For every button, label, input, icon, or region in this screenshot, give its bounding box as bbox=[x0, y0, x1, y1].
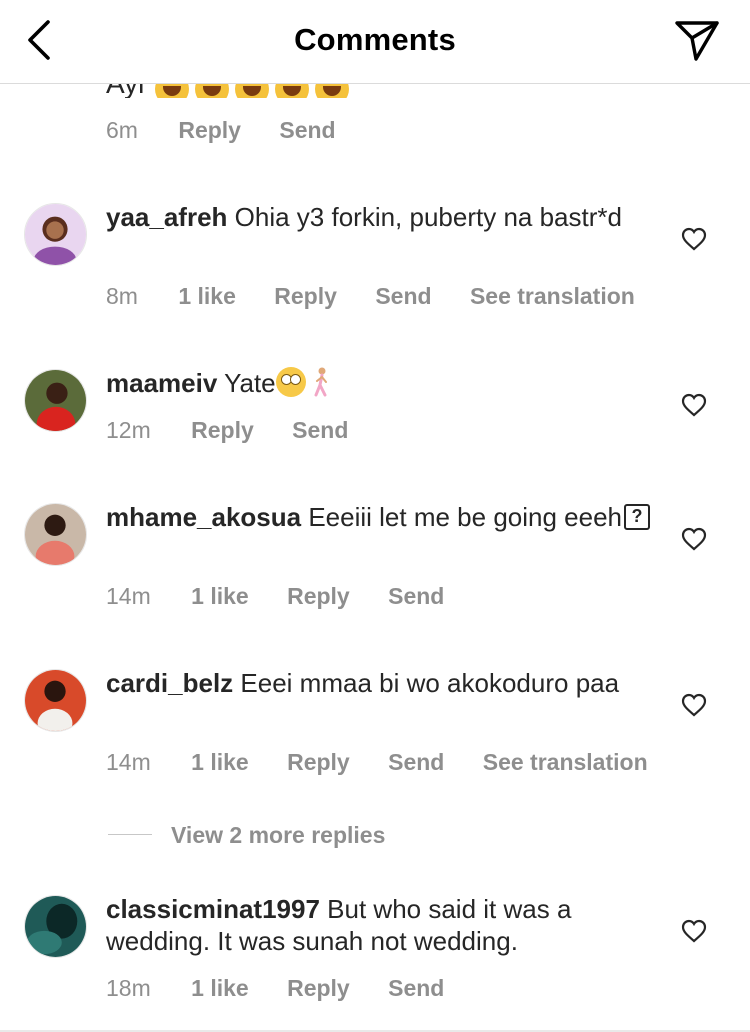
app-header: Comments bbox=[0, 0, 750, 84]
avatar[interactable] bbox=[24, 503, 87, 566]
reply-button[interactable]: Reply bbox=[287, 749, 350, 776]
comment-time: 6m bbox=[106, 117, 138, 143]
reply-button[interactable]: Reply bbox=[191, 417, 254, 444]
comment-username[interactable]: maameiv bbox=[106, 368, 217, 398]
comment-time: 14m bbox=[106, 583, 151, 609]
walking-person-emoji-icon bbox=[314, 367, 327, 397]
likes-count[interactable]: 1 like bbox=[191, 975, 249, 1002]
see-translation-button[interactable]: See translation bbox=[483, 749, 648, 776]
comment-username[interactable]: yaa_afreh bbox=[106, 202, 227, 232]
comment-time: 12m bbox=[106, 417, 151, 443]
reply-button[interactable]: Reply bbox=[287, 975, 350, 1002]
comment-text: Ohia y3 forkin, puberty na bastr*d bbox=[234, 202, 622, 232]
comment-username[interactable]: cardi_belz bbox=[106, 668, 233, 698]
unknown-glyph-icon: ? bbox=[624, 504, 651, 531]
avatar[interactable] bbox=[24, 369, 87, 432]
paper-plane-icon[interactable] bbox=[674, 20, 720, 62]
heart-outline-icon[interactable] bbox=[681, 919, 707, 943]
comment-meta: 8m 1 like Reply Send See translation bbox=[106, 283, 667, 310]
likes-count[interactable]: 1 like bbox=[178, 283, 236, 310]
comment-username[interactable]: classicminat1997 bbox=[106, 894, 320, 924]
comment-text: Eeei mmaa bi wo akokoduro paa bbox=[240, 668, 620, 698]
avatar[interactable] bbox=[24, 203, 87, 266]
comment-time: 8m bbox=[106, 283, 138, 309]
comment-meta: 14m 1 like Reply Send bbox=[106, 583, 476, 610]
send-button[interactable]: Send bbox=[292, 417, 348, 444]
comment-meta: 6m Reply Send bbox=[106, 117, 368, 144]
heart-outline-icon[interactable] bbox=[681, 693, 707, 717]
comment-text: Yate bbox=[224, 368, 276, 398]
likes-count[interactable]: 1 like bbox=[191, 749, 249, 776]
comment-meta: 12m Reply Send bbox=[106, 417, 380, 444]
send-button[interactable]: Send bbox=[375, 283, 431, 310]
send-button[interactable]: Send bbox=[388, 583, 444, 610]
send-button[interactable]: Send bbox=[388, 975, 444, 1002]
heart-outline-icon[interactable] bbox=[681, 393, 707, 417]
heart-outline-icon[interactable] bbox=[681, 527, 707, 551]
send-button[interactable]: Send bbox=[388, 749, 444, 776]
comment-time: 14m bbox=[106, 749, 151, 775]
comment-username[interactable]: mhame_akosua bbox=[106, 502, 301, 532]
avatar[interactable] bbox=[24, 895, 87, 958]
page-title: Comments bbox=[294, 22, 456, 57]
eye-roll-emoji-icon bbox=[275, 367, 306, 398]
reply-button[interactable]: Reply bbox=[178, 117, 241, 144]
comment-meta: 18m 1 like Reply Send bbox=[106, 975, 476, 1002]
send-button[interactable]: Send bbox=[279, 117, 335, 144]
avatar[interactable] bbox=[24, 669, 87, 732]
comment-meta: 14m 1 like Reply Send See translation bbox=[106, 749, 680, 776]
likes-count[interactable]: 1 like bbox=[191, 583, 249, 610]
see-translation-button[interactable]: See translation bbox=[470, 283, 635, 310]
reply-button[interactable]: Reply bbox=[287, 583, 350, 610]
comment-text: Eeeiii let me be going eeeh bbox=[308, 502, 623, 532]
reply-button[interactable]: Reply bbox=[274, 283, 337, 310]
comment-time: 18m bbox=[106, 975, 151, 1001]
heart-outline-icon[interactable] bbox=[681, 227, 707, 251]
replies-divider bbox=[108, 834, 152, 835]
